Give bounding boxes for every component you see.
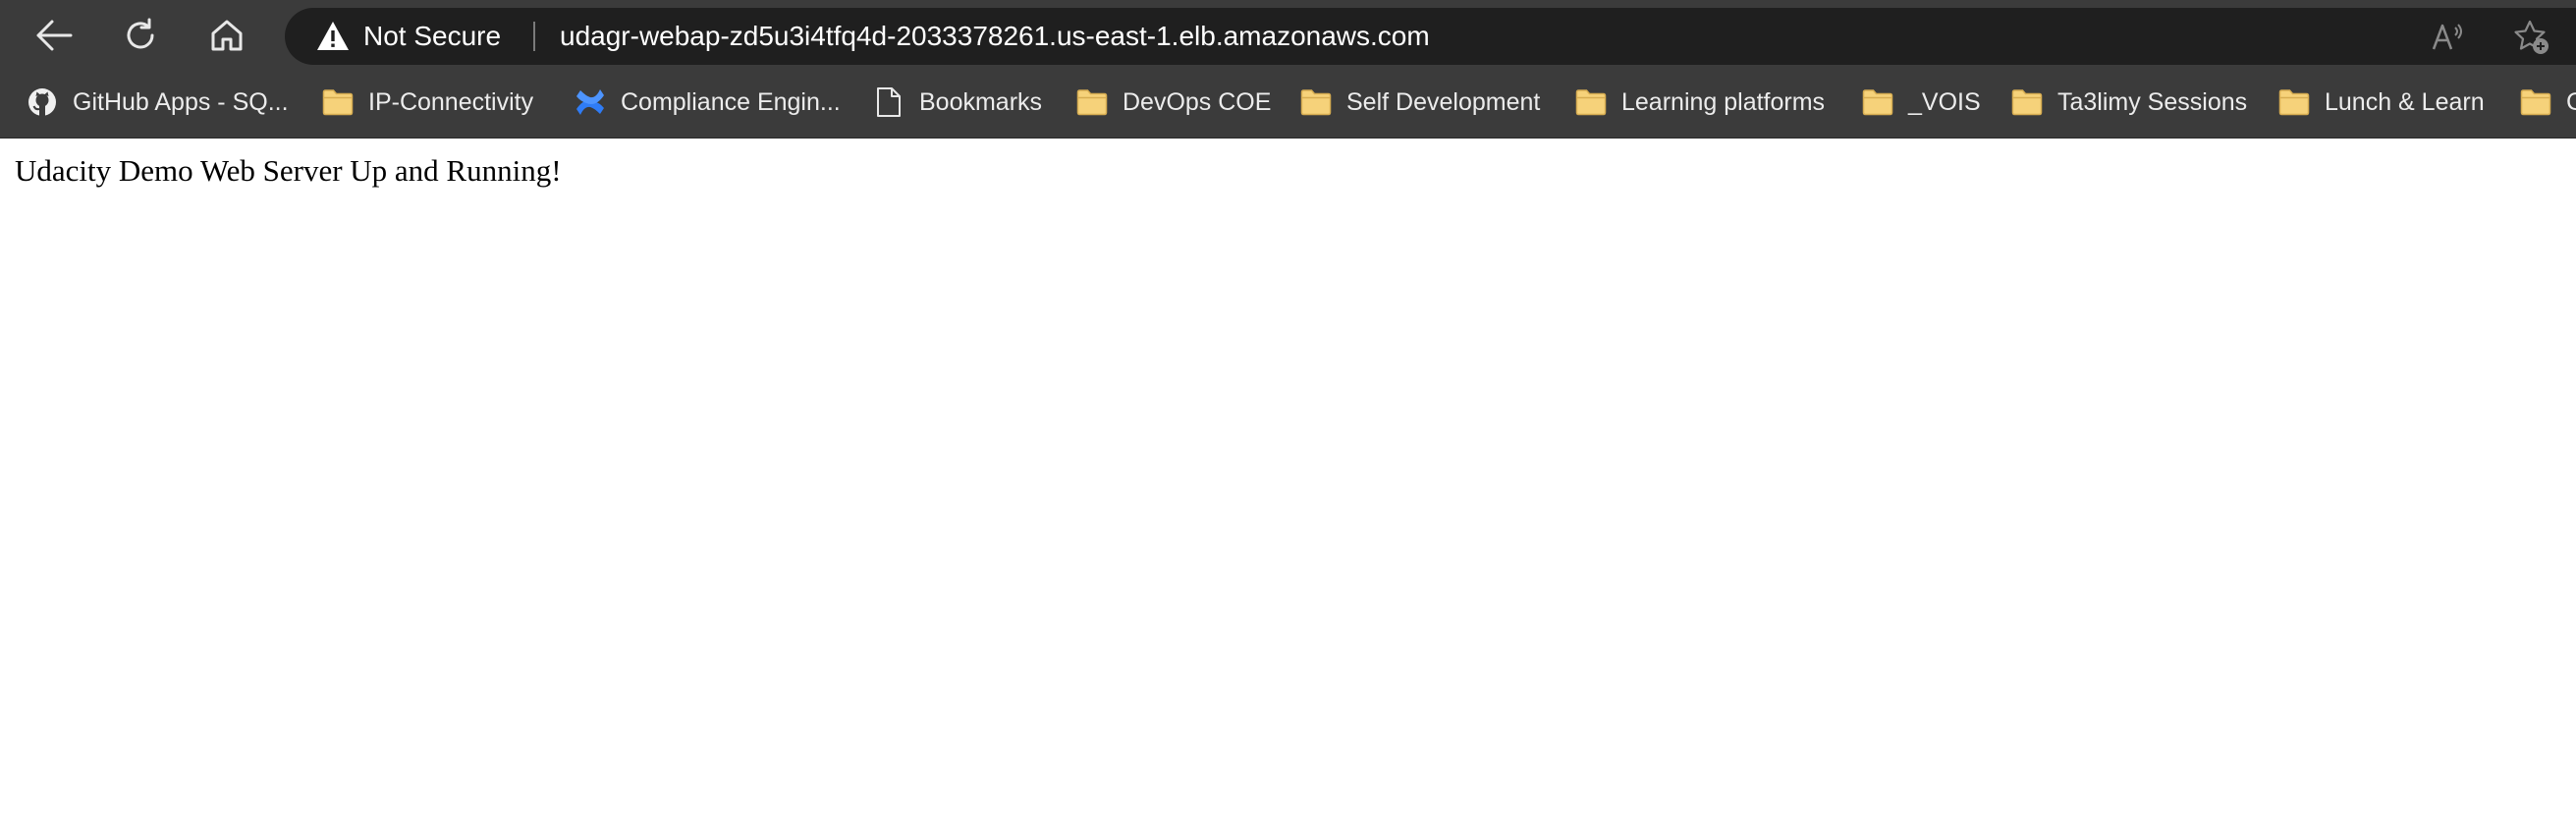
browser-window: Not Secure udagr-webap-zd5u3i4tfq4d-2033… — [0, 0, 2576, 835]
folder-icon — [1075, 85, 1109, 119]
bookmark-self-development[interactable]: Self Development — [1299, 83, 1540, 122]
security-status-label[interactable]: Not Secure — [363, 20, 501, 53]
github-icon — [26, 85, 59, 119]
back-button[interactable] — [30, 12, 78, 59]
arrow-left-icon — [36, 20, 73, 51]
bookmark-bookmarks[interactable]: Bookmarks — [872, 83, 1042, 122]
warning-triangle-icon[interactable] — [316, 20, 350, 53]
bookmark-ip-connectivity[interactable]: IP-Connectivity — [321, 83, 533, 122]
bookmarks-bar: GitHub Apps - SQ... IP-Connectivity Comp… — [0, 69, 2576, 139]
bookmark-overflow-item[interactable]: C — [2519, 83, 2576, 122]
page-message: Udacity Demo Web Server Up and Running! — [15, 153, 562, 188]
bookmark-learning-platforms[interactable]: Learning platforms — [1574, 83, 1825, 122]
page-content: Udacity Demo Web Server Up and Running! — [0, 139, 2576, 835]
folder-icon — [2277, 85, 2311, 119]
bookmark-label: C — [2566, 88, 2576, 117]
bookmark-label: _VOIS — [1908, 87, 1981, 116]
folder-icon — [1861, 85, 1894, 119]
home-button[interactable] — [203, 12, 250, 59]
bookmark-label: DevOps COE — [1123, 87, 1272, 116]
read-aloud-icon — [2432, 24, 2462, 50]
bookmark-devops-coe[interactable]: DevOps COE — [1075, 83, 1271, 122]
folder-icon — [2010, 85, 2044, 119]
add-favorite-button[interactable] — [2512, 18, 2551, 57]
bookmark-label: Lunch & Learn — [2325, 87, 2485, 116]
reload-button[interactable] — [117, 12, 164, 59]
confluence-icon — [574, 85, 607, 119]
bookmark-label: Self Development — [1346, 87, 1541, 116]
bookmark-ta3limy-sessions[interactable]: Ta3limy Sessions — [2010, 83, 2247, 122]
read-aloud-button[interactable] — [2429, 18, 2468, 57]
bookmark-vois[interactable]: _VOIS — [1861, 83, 1981, 122]
bookmark-label: Ta3limy Sessions — [2057, 87, 2248, 116]
bookmark-compliance-engine[interactable]: Compliance Engin... — [574, 83, 841, 122]
folder-icon — [2519, 85, 2552, 119]
bookmark-label: IP-Connectivity — [368, 87, 534, 116]
reload-icon — [127, 18, 154, 49]
folder-icon — [1299, 85, 1333, 119]
url-divider — [533, 22, 535, 51]
address-bar[interactable]: Not Secure udagr-webap-zd5u3i4tfq4d-2033… — [285, 8, 2576, 65]
bookmark-lunch-and-learn[interactable]: Lunch & Learn — [2277, 83, 2485, 122]
bookmark-github-apps[interactable]: GitHub Apps - SQ... — [26, 83, 289, 122]
folder-icon — [1574, 85, 1608, 119]
browser-toolbar: Not Secure udagr-webap-zd5u3i4tfq4d-2033… — [0, 0, 2576, 69]
folder-icon — [321, 85, 355, 119]
bookmark-label: Learning platforms — [1621, 87, 1826, 116]
bookmark-label: GitHub Apps - SQ... — [73, 87, 289, 116]
bookmark-label: Compliance Engin... — [621, 87, 841, 116]
page-icon — [872, 85, 905, 119]
bookmark-label: Bookmarks — [919, 87, 1043, 116]
add-favorite-icon — [2514, 20, 2549, 54]
url-text[interactable]: udagr-webap-zd5u3i4tfq4d-2033378261.us-e… — [560, 20, 1430, 53]
home-icon — [211, 20, 243, 51]
